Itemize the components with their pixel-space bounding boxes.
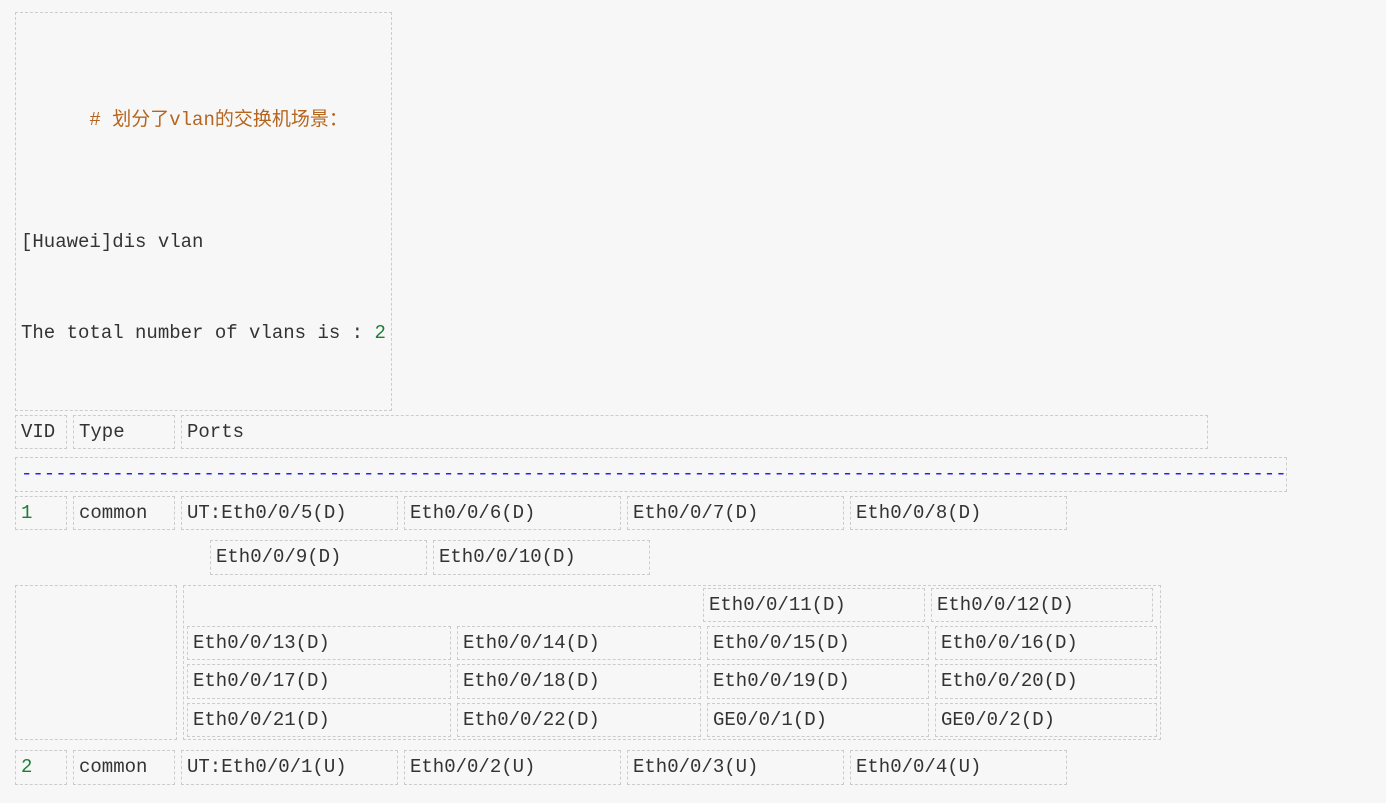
vlan2-row-1: 2 common UT:Eth0/0/1(U) Eth0/0/2(U) Eth0… bbox=[12, 748, 1374, 786]
vlan1-port: GE0/0/2(D) bbox=[935, 703, 1157, 737]
vlan1-port: Eth0/0/16(D) bbox=[935, 626, 1157, 660]
cli-line-1: [Huawei]dis vlan bbox=[21, 227, 386, 257]
comment-line: # 划分了vlan的交换机场景： bbox=[21, 75, 386, 166]
vlan1-type: common bbox=[73, 496, 175, 530]
comment-hash: # bbox=[89, 109, 112, 131]
vlan1-port: Eth0/0/13(D) bbox=[187, 626, 451, 660]
vlan1-port: Eth0/0/7(D) bbox=[627, 496, 844, 530]
vlan1-port: Eth0/0/8(D) bbox=[850, 496, 1067, 530]
vlan1-port: Eth0/0/18(D) bbox=[457, 664, 701, 698]
vlan1-vid: 1 bbox=[15, 496, 67, 530]
vlan1-port: Eth0/0/11(D) bbox=[703, 588, 925, 622]
blank-cell bbox=[455, 588, 697, 590]
cli-line-2-prefix: The total number of vlans is : bbox=[21, 322, 374, 344]
code-block: # 划分了vlan的交换机场景： [Huawei]dis vlan The to… bbox=[0, 0, 1386, 803]
vlan1-port: Eth0/0/6(D) bbox=[404, 496, 621, 530]
vlan1-port: Eth0/0/14(D) bbox=[457, 626, 701, 660]
vlan1-port: Eth0/0/12(D) bbox=[931, 588, 1153, 622]
vlan2-port: Eth0/0/4(U) bbox=[850, 750, 1067, 784]
comment-text: 划分了vlan的交换机场景： bbox=[112, 109, 348, 131]
vlan1-row-4: Eth0/0/17(D) Eth0/0/18(D) Eth0/0/19(D) E… bbox=[184, 662, 1160, 700]
vlan1-port: Eth0/0/17(D) bbox=[187, 664, 451, 698]
vlan1-row-2: Eth0/0/9(D) Eth0/0/10(D) bbox=[207, 538, 1374, 576]
vlan1-row-1: 1 common UT:Eth0/0/5(D) Eth0/0/6(D) Eth0… bbox=[12, 494, 1374, 532]
header-ports: Ports bbox=[181, 415, 1208, 449]
table-header-row: VID Type Ports bbox=[12, 413, 1374, 451]
vlan1-port: Eth0/0/10(D) bbox=[433, 540, 650, 574]
vlan1-row-2b: Eth0/0/11(D) Eth0/0/12(D) bbox=[184, 586, 1160, 624]
vlan1-block: Eth0/0/11(D) Eth0/0/12(D) Eth0/0/13(D) E… bbox=[12, 583, 1374, 743]
vlan1-port: Eth0/0/19(D) bbox=[707, 664, 929, 698]
vlan1-row-5: Eth0/0/21(D) Eth0/0/22(D) GE0/0/1(D) GE0… bbox=[184, 701, 1160, 739]
vlan1-port: Eth0/0/22(D) bbox=[457, 703, 701, 737]
vlan1-indent-spacer bbox=[15, 585, 177, 741]
vlan2-vid: 2 bbox=[15, 750, 67, 784]
vlan1-port: GE0/0/1(D) bbox=[707, 703, 929, 737]
vlan1-port: Eth0/0/9(D) bbox=[210, 540, 427, 574]
header-type: Type bbox=[73, 415, 175, 449]
vlan2-port: UT:Eth0/0/1(U) bbox=[181, 750, 398, 784]
separator-line: ----------------------------------------… bbox=[15, 457, 1287, 491]
vlan1-port-grid: Eth0/0/11(D) Eth0/0/12(D) Eth0/0/13(D) E… bbox=[183, 585, 1161, 741]
vlan1-port: Eth0/0/15(D) bbox=[707, 626, 929, 660]
comment-and-output-block: # 划分了vlan的交换机场景： [Huawei]dis vlan The to… bbox=[15, 12, 392, 411]
vlan2-port: Eth0/0/3(U) bbox=[627, 750, 844, 784]
vlan2-port: Eth0/0/2(U) bbox=[404, 750, 621, 784]
vlan1-port: Eth0/0/21(D) bbox=[187, 703, 451, 737]
cli-line-2: The total number of vlans is : 2 bbox=[21, 318, 386, 348]
header-vid: VID bbox=[15, 415, 67, 449]
vlan1-port: Eth0/0/20(D) bbox=[935, 664, 1157, 698]
vlan1-row-3: Eth0/0/13(D) Eth0/0/14(D) Eth0/0/15(D) E… bbox=[184, 624, 1160, 662]
vlan1-port: UT:Eth0/0/5(D) bbox=[181, 496, 398, 530]
cli-line-2-number: 2 bbox=[374, 322, 385, 344]
vlan2-type: common bbox=[73, 750, 175, 784]
blank-cell bbox=[187, 588, 449, 590]
